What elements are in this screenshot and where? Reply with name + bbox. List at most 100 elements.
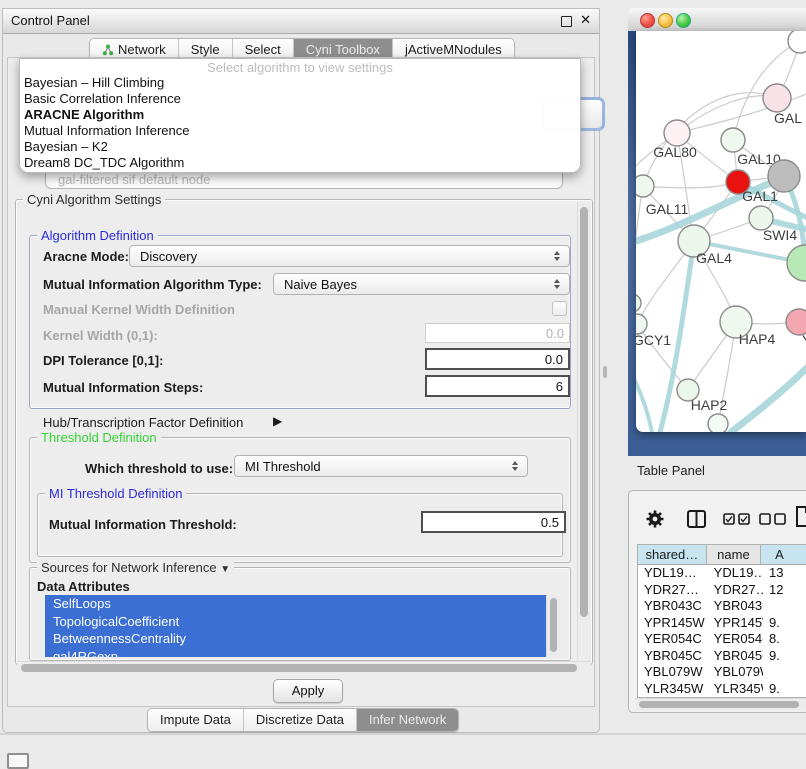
- node-attribute-table[interactable]: shared… name A YDL19…YDL19…13YDR27…YDR27…: [637, 544, 806, 698]
- table-hscrollbar-thumb[interactable]: [639, 701, 799, 708]
- table-cell: YER054C: [708, 631, 763, 648]
- mi-steps-field[interactable]: 6: [425, 375, 570, 397]
- dpi-tolerance-label: DPI Tolerance [0,1]:: [43, 353, 163, 368]
- table-cell: YBR043C: [638, 598, 708, 615]
- network-node-gal[interactable]: [763, 84, 791, 112]
- attribute-list-item[interactable]: gal4RGexp: [45, 648, 546, 658]
- close-icon[interactable]: ✕: [580, 12, 591, 28]
- document-icon[interactable]: [796, 506, 806, 527]
- table-hscrollbar-track[interactable]: [635, 698, 806, 710]
- kernel-width-field[interactable]: 0.0: [425, 323, 570, 343]
- network-node-gal11[interactable]: [636, 175, 654, 197]
- network-node[interactable]: [787, 245, 806, 281]
- algorithm-option[interactable]: Bayesian – Hill Climbing: [20, 75, 580, 91]
- settings-scrollbar-thumb[interactable]: [580, 207, 588, 617]
- data-attributes-list[interactable]: SelfLoopsTopologicalCoefficientBetweenne…: [45, 595, 559, 657]
- attribute-list-item[interactable]: SelfLoops: [45, 595, 546, 613]
- minimized-panel-icon[interactable]: [7, 753, 29, 769]
- select-none-icon[interactable]: [759, 513, 787, 525]
- algorithm-option[interactable]: Basic Correlation Inference: [20, 91, 580, 107]
- column-header-name[interactable]: name: [707, 545, 761, 564]
- sources-title: Sources for Network Inference: [41, 560, 217, 575]
- apply-button[interactable]: Apply: [273, 679, 343, 703]
- column-header-shared-name[interactable]: shared…: [638, 545, 707, 564]
- manual-kernel-width-checkbox[interactable]: [552, 301, 567, 316]
- table-row[interactable]: YDL19…YDL19…13: [638, 565, 806, 582]
- table-cell: YDL19…: [708, 565, 763, 582]
- group-title: Threshold Definition: [37, 430, 161, 445]
- settings-gear-icon[interactable]: [645, 509, 665, 529]
- attributes-scrollbar-thumb[interactable]: [550, 598, 557, 652]
- algorithm-option[interactable]: Bayesian – K2: [20, 139, 580, 155]
- network-node[interactable]: [788, 31, 806, 53]
- table-header-row: shared… name A: [638, 545, 806, 565]
- network-node[interactable]: [708, 414, 728, 432]
- table-cell: 12: [763, 582, 806, 599]
- table-row[interactable]: YER054CYER054C8.: [638, 631, 806, 648]
- table-row[interactable]: YBL079WYBL079W: [638, 664, 806, 681]
- stepper-arrows-icon: [549, 279, 565, 289]
- column-layout-icon[interactable]: [687, 510, 706, 528]
- table-row[interactable]: YBR043CYBR043C: [638, 598, 806, 615]
- node-label: SWI4: [763, 227, 797, 243]
- network-node-gal80[interactable]: [664, 120, 690, 146]
- attribute-list-item[interactable]: TopologicalCoefficient: [45, 613, 546, 631]
- settings-scrollbar-track[interactable]: [577, 203, 591, 659]
- network-node[interactable]: [636, 294, 641, 312]
- aracne-mode-combo[interactable]: Discovery: [129, 245, 570, 267]
- network-node-gal10[interactable]: [721, 128, 745, 152]
- node-label: HAP4: [739, 331, 776, 347]
- which-threshold-combo[interactable]: MI Threshold: [234, 455, 528, 477]
- network-edge: [677, 96, 777, 133]
- settings-hscrollbar-track[interactable]: [17, 661, 591, 674]
- dpi-tolerance-field[interactable]: 0.0: [425, 348, 570, 370]
- node-label: HAP2: [691, 397, 728, 413]
- column-header-partial[interactable]: A: [761, 545, 806, 564]
- table-row[interactable]: YPR145WYPR145W9.: [638, 615, 806, 632]
- algorithm-option[interactable]: Dream8 DC_TDC Algorithm: [20, 155, 580, 171]
- node-label: GAL4: [696, 250, 732, 266]
- algorithm-option[interactable]: Mutual Information Inference: [20, 123, 580, 139]
- table-cell: YBL079W: [708, 664, 763, 681]
- combo-value: MI Threshold: [235, 459, 507, 474]
- sources-toggle[interactable]: Sources for Network Inference ▼: [37, 560, 234, 575]
- data-attributes-label: Data Attributes: [37, 579, 130, 594]
- tab-infer-network[interactable]: Infer Network: [357, 709, 458, 731]
- algorithm-option[interactable]: ARACNE Algorithm: [20, 107, 580, 123]
- tab-label: Discretize Data: [256, 709, 344, 731]
- table-panel: shared… name A YDL19…YDL19…13YDR27…YDR27…: [628, 490, 806, 713]
- expand-arrow-icon[interactable]: ▶: [273, 414, 282, 428]
- splitter-handle[interactable]: [603, 366, 607, 378]
- table-cell: YER054C: [638, 631, 708, 648]
- mi-algorithm-type-combo[interactable]: Naive Bayes: [273, 273, 570, 295]
- mi-threshold-label: Mutual Information Threshold:: [49, 517, 237, 532]
- select-all-checked-icon[interactable]: [723, 513, 751, 525]
- attributes-scrollbar-track[interactable]: [546, 595, 560, 657]
- zoom-traffic-light-button[interactable]: [676, 13, 691, 28]
- algorithm-popup-list: Bayesian – Hill ClimbingBasic Correlatio…: [20, 75, 580, 171]
- table-cell: 9.: [763, 615, 806, 632]
- network-window-titlebar[interactable]: [628, 8, 806, 32]
- table-cell: YDR27…: [638, 582, 708, 599]
- minimize-traffic-light-button[interactable]: [658, 13, 673, 28]
- table-row[interactable]: YLR345WYLR345W9.: [638, 681, 806, 698]
- network-canvas[interactable]: GALGAL80GAL10GAL1GAL11SWI4GAL4GCY1HAP4YH…: [636, 31, 806, 432]
- node-label: Y: [802, 332, 806, 348]
- table-cell: YPR145W: [708, 615, 763, 632]
- table-cell: 8.: [763, 631, 806, 648]
- hub-tf-definition-toggle[interactable]: Hub/Transcription Factor Definition: [43, 415, 243, 430]
- settings-hscrollbar-thumb[interactable]: [21, 664, 577, 672]
- network-node-gcy1[interactable]: [636, 314, 647, 334]
- attribute-list-item[interactable]: BetweennessCentrality: [45, 630, 546, 648]
- table-row[interactable]: YBR045CYBR045C9.: [638, 648, 806, 665]
- float-window-icon[interactable]: [561, 16, 572, 27]
- tab-discretize-data[interactable]: Discretize Data: [244, 709, 357, 731]
- mi-threshold-field[interactable]: 0.5: [421, 511, 566, 533]
- network-node[interactable]: [768, 160, 800, 192]
- tab-impute-data[interactable]: Impute Data: [148, 709, 244, 731]
- close-traffic-light-button[interactable]: [640, 13, 655, 28]
- control-panel-titlebar[interactable]: Control Panel ✕: [3, 9, 599, 34]
- table-row[interactable]: YDR27…YDR27…12: [638, 582, 806, 599]
- table-cell: YBR043C: [708, 598, 763, 615]
- network-edge-highlighted: [636, 371, 652, 432]
